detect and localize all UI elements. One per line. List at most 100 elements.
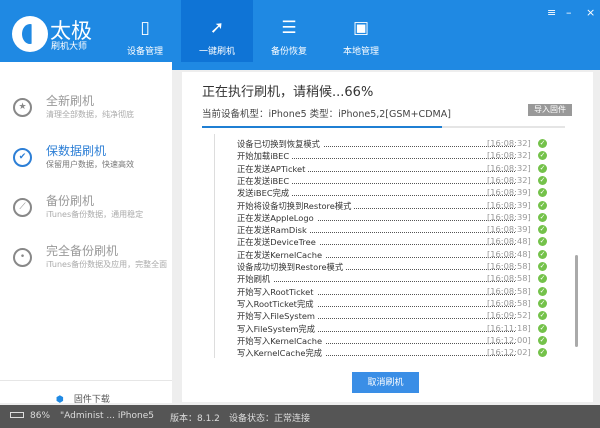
success-check-icon: ✓ xyxy=(538,311,547,320)
scrollbar[interactable] xyxy=(575,255,578,347)
success-check-icon: ✓ xyxy=(538,324,547,333)
firmware-download-label: 固件下载 xyxy=(74,395,110,405)
log-row: 发送iBEC完成 [16:08:39] ✓ xyxy=(237,187,572,199)
sidebar-item-keep-data-flash[interactable]: ✔保数据刷机保留用户数据，快速高效 xyxy=(0,138,172,182)
logo-icon xyxy=(12,16,48,52)
log-message: 正在发送DeviceTree xyxy=(237,236,319,248)
tab-device-management[interactable]: ▯ 设备管理 xyxy=(109,0,181,62)
tab-label: 一键刷机 xyxy=(181,44,253,57)
item-subtitle: 保留用户数据，快速高效 xyxy=(46,159,134,170)
tab-label: 设备管理 xyxy=(109,44,181,57)
device-info: 当前设备机型：iPhone5 类型：iPhone5,2[GSM+CDMA] xyxy=(202,106,451,120)
log-timestamp: [16:08:58] xyxy=(487,273,531,283)
log-row: 写入FileSystem完成[16:11:18]✓ xyxy=(237,323,572,335)
success-check-icon: ✓ xyxy=(538,164,547,173)
cube-icon: ⬢ xyxy=(56,395,64,405)
menu-icon[interactable]: ≡ xyxy=(547,6,556,19)
rocket-icon: ➚ xyxy=(207,18,227,38)
log-timestamp: [16:08:58] xyxy=(487,261,531,271)
log-message: 发送iBEC完成 xyxy=(237,187,292,199)
success-check-icon: ✓ xyxy=(538,225,547,234)
tab-label: 本地管理 xyxy=(325,44,397,57)
log-row: 开始写入FileSystem[16:09:52]✓ xyxy=(237,310,572,322)
item-title: 保数据刷机 xyxy=(46,142,106,159)
log-message: 设备成功切换到Restore模式 xyxy=(237,261,346,273)
battery-icon xyxy=(10,412,24,418)
success-check-icon: ✓ xyxy=(538,139,547,148)
progress-fill xyxy=(202,126,442,128)
log-row: 写入KernelCache完成 [16:12:02] ✓ xyxy=(237,347,572,359)
log-message: 开始将设备切换到Restore模式 xyxy=(237,200,354,212)
log-timestamp: [16:08:32] xyxy=(487,163,531,173)
compass-icon: ⟋ xyxy=(13,198,32,217)
log-timestamp: [16:12:02] xyxy=(487,347,531,357)
log-row: 正在发送DeviceTree[16:08:48]✓ xyxy=(237,236,572,248)
log-row: 正在发送APTicket [16:08:32] ✓ xyxy=(237,163,572,175)
sidebar-item-full-backup-flash[interactable]: •完全备份刷机iTunes备份数据及应用，完整全面 xyxy=(0,238,172,282)
success-check-icon: ✓ xyxy=(538,348,547,357)
tab-label: 备份恢复 xyxy=(253,44,325,57)
log-timestamp: [16:12:00] xyxy=(487,335,531,345)
tab-local-management[interactable]: ▣ 本地管理 xyxy=(325,0,397,62)
cancel-flash-button[interactable]: 取消刷机 xyxy=(352,372,419,393)
bag-icon: ▣ xyxy=(351,18,371,38)
log-timestamp: [16:11:18] xyxy=(487,323,531,333)
success-check-icon: ✓ xyxy=(538,213,547,222)
success-check-icon: ✓ xyxy=(538,188,547,197)
tab-backup-restore[interactable]: ☰ 备份恢复 xyxy=(253,0,325,62)
log-timestamp: [16:08:48] xyxy=(487,249,531,259)
item-title: 完全备份刷机 xyxy=(46,242,118,259)
log-row: 开始写入KernelCache[16:12:00]✓ xyxy=(237,335,572,347)
log-message: 正在发送iBEC xyxy=(237,175,292,187)
log-row: 正在发送iBEC [16:08:32] ✓ xyxy=(237,175,572,187)
phone-icon: ▯ xyxy=(135,18,155,38)
import-firmware-button[interactable]: 导入固件 xyxy=(528,104,572,116)
sidebar-item-backup-flash[interactable]: ⟋备份刷机iTunes备份数据，通用稳定 xyxy=(0,188,172,232)
log-message: 开始写入FileSystem xyxy=(237,310,318,322)
log-row: 设备已切换到恢复模式[16:08:32]✓ xyxy=(237,138,572,150)
minimize-button[interactable]: – xyxy=(566,6,572,19)
success-check-icon: ✓ xyxy=(538,237,547,246)
log-message: 写入RootTicket完成 xyxy=(237,298,317,310)
firmware-download-link[interactable]: ⬢ 固件下载 xyxy=(56,392,110,405)
dot-leader xyxy=(237,281,515,282)
flash-panel: 正在执行刷机，请稍候...66% 当前设备机型：iPhone5 类型：iPhon… xyxy=(182,72,593,402)
item-subtitle: iTunes备份数据及应用，完整全面 xyxy=(46,259,167,270)
log-row: 开始加载iBEC[16:08:32]✓ xyxy=(237,150,572,162)
success-check-icon: ✓ xyxy=(538,274,547,283)
log-timestamp: [16:08:39] xyxy=(487,187,531,197)
item-subtitle: 清理全部数据，纯净彻底 xyxy=(46,109,134,120)
success-check-icon: ✓ xyxy=(538,176,547,185)
divider xyxy=(0,380,172,381)
success-check-icon: ✓ xyxy=(538,287,547,296)
tab-one-click-flash[interactable]: ➚ 一键刷机 xyxy=(181,0,253,62)
log-row: 开始写入RootTicket[16:08:58]✓ xyxy=(237,286,572,298)
log-row: 设备成功切换到Restore模式 [16:08:58] ✓ xyxy=(237,261,572,273)
success-check-icon: ✓ xyxy=(538,201,547,210)
log-timestamp: [16:08:39] xyxy=(487,212,531,222)
log-message: 开始加载iBEC xyxy=(237,150,292,162)
log-row: 正在发送AppleLogo[16:08:39]✓ xyxy=(237,212,572,224)
progress-bar xyxy=(202,126,565,128)
item-title: 备份刷机 xyxy=(46,192,94,209)
device-user: "Administ ... iPhone5 xyxy=(60,411,154,421)
log-message: 开始写入RootTicket xyxy=(237,286,317,298)
log-timestamp: [16:08:32] xyxy=(487,138,531,148)
log-row: 正在发送RamDisk[16:08:39]✓ xyxy=(237,224,572,236)
close-button[interactable]: × xyxy=(586,6,595,19)
log-timestamp: [16:08:32] xyxy=(487,175,531,185)
log-message: 写入KernelCache完成 xyxy=(237,347,325,359)
log-message: 正在发送APTicket xyxy=(237,163,308,175)
log-list: 设备已切换到恢复模式[16:08:32]✓开始加载iBEC[16:08:32]✓… xyxy=(214,134,584,358)
database-icon: ☰ xyxy=(279,18,299,38)
status-bar: 86% "Administ ... iPhone5 版本：8.1.2 设备状态：… xyxy=(0,405,600,428)
log-timestamp: [16:08:39] xyxy=(487,224,531,234)
success-check-icon: ✓ xyxy=(538,262,547,271)
log-timestamp: [16:08:39] xyxy=(487,200,531,210)
log-message: 正在发送KernelCache xyxy=(237,249,325,261)
success-check-icon: ✓ xyxy=(538,151,547,160)
header: 太极 刷机大师 ▯设备管理 ➚一键刷机 ☰备份恢复 ▣本地管理 ≡ – × xyxy=(0,0,600,70)
success-check-icon: ✓ xyxy=(538,336,547,345)
sidebar-item-fresh-flash[interactable]: ★全新刷机清理全部数据，纯净彻底 xyxy=(0,88,172,132)
log-timestamp: [16:08:58] xyxy=(487,298,531,308)
